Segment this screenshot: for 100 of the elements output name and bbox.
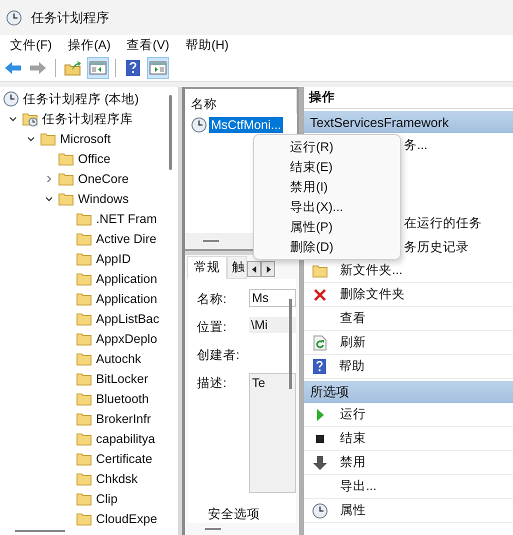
section-header[interactable]: 所选项 <box>304 381 513 403</box>
tree-item[interactable]: AppID <box>92 252 131 266</box>
folder-icon <box>76 311 92 327</box>
clock-icon <box>3 91 19 107</box>
scroll-left-button[interactable] <box>247 261 261 277</box>
chevron-down-icon[interactable] <box>26 134 36 144</box>
folder-icon <box>76 491 92 507</box>
tab[interactable]: 常规 <box>187 256 227 279</box>
clock-icon <box>312 502 328 518</box>
tree-item[interactable]: CloudExpe <box>92 512 158 526</box>
folder-icon <box>76 231 92 247</box>
scroll-right-button[interactable] <box>261 261 275 277</box>
left-arrow-icon <box>252 266 256 272</box>
chevron-right-icon[interactable] <box>44 174 54 184</box>
scroll-thumb[interactable] <box>203 240 219 242</box>
folder-icon <box>312 262 328 278</box>
help-icon <box>312 358 327 375</box>
action-item[interactable]: 务... <box>404 136 428 154</box>
scroll-thumb[interactable] <box>169 95 172 170</box>
folder-icon <box>76 251 92 267</box>
tree-item[interactable]: Certificate <box>92 452 152 466</box>
action-pane-toggle[interactable] <box>147 57 169 79</box>
action-item[interactable]: 属性 <box>340 502 366 519</box>
section-label: 安全选项 <box>188 504 296 523</box>
action-item[interactable]: 务历史记录 <box>404 238 469 256</box>
tree-item[interactable]: Active Dire <box>92 232 156 246</box>
folder-icon <box>76 431 92 447</box>
folder-icon <box>76 371 92 387</box>
tree-item[interactable]: Autochk <box>92 352 142 366</box>
action-item[interactable]: 导出... <box>340 478 376 495</box>
folder-icon <box>58 171 74 187</box>
menu-item[interactable]: 帮助(H) <box>177 36 237 54</box>
app-icon <box>6 10 22 26</box>
chevron-down-icon[interactable] <box>8 114 18 124</box>
context-menu-item[interactable]: 属性(P) <box>254 217 400 237</box>
folder-icon <box>76 511 92 527</box>
context-menu-item[interactable]: 删除(D) <box>254 237 400 257</box>
console-tree-toggle[interactable] <box>87 57 109 79</box>
tree-item[interactable]: AppListBac <box>92 312 160 326</box>
window-title: 任务计划程序 <box>31 8 109 26</box>
tree-item[interactable]: Bluetooth <box>92 392 149 406</box>
scroll-thumb[interactable] <box>15 530 65 532</box>
action-item[interactable]: 禁用 <box>340 454 366 471</box>
context-menu-item[interactable]: 结束(E) <box>254 157 400 177</box>
folder-icon <box>76 271 92 287</box>
tree-item[interactable]: 任务计划程序库 <box>38 110 133 128</box>
tab[interactable]: 触 <box>227 256 247 279</box>
folder-icon <box>40 131 56 147</box>
context-menu-item[interactable]: 运行(R) <box>254 137 400 157</box>
menu-item[interactable]: 操作(A) <box>60 36 119 54</box>
folder-icon <box>76 391 92 407</box>
down-arrow-icon <box>312 454 328 470</box>
pane-title: 操作 <box>304 87 513 109</box>
action-item[interactable]: 帮助 <box>339 358 365 375</box>
right-arrow-icon <box>266 266 270 272</box>
folder-icon <box>76 351 92 367</box>
tree-item[interactable]: Chkdsk <box>92 472 138 486</box>
action-item[interactable]: 新文件夹... <box>340 262 402 279</box>
action-item[interactable]: 结束 <box>340 430 366 447</box>
tree-item[interactable]: Office <box>74 152 110 166</box>
tree-item[interactable]: Application <box>92 292 158 306</box>
folder-clock-icon <box>22 111 38 127</box>
tree-item[interactable]: BitLocker <box>92 372 148 386</box>
tree-item[interactable]: BrokerInfr <box>92 412 151 426</box>
scroll-thumb[interactable] <box>205 528 221 530</box>
action-item[interactable]: 运行 <box>340 406 366 423</box>
menu-item[interactable]: 文件(F) <box>2 36 60 54</box>
context-menu-item[interactable]: 导出(X)... <box>254 197 400 217</box>
folder-icon <box>76 291 92 307</box>
folder-icon <box>76 451 92 467</box>
field-label: 位置: <box>196 319 228 336</box>
task-clock-icon <box>191 117 207 133</box>
tree-item[interactable]: .NET Fram <box>92 212 157 226</box>
menu-item[interactable]: 查看(V) <box>118 36 178 54</box>
field-value: \Mi <box>249 317 296 333</box>
refresh-icon <box>312 334 328 350</box>
tree-item[interactable]: Clip <box>92 492 118 506</box>
action-item[interactable]: 删除文件夹 <box>340 286 405 303</box>
action-item[interactable]: 刷新 <box>340 334 366 351</box>
tree-item[interactable]: capabilitya <box>92 432 156 446</box>
field-label: 名称: <box>196 291 228 308</box>
tree-item[interactable]: Microsoft <box>56 132 111 146</box>
description-field[interactable]: Te <box>249 373 296 493</box>
folder-icon <box>76 331 92 347</box>
tree-item[interactable]: 任务计划程序 (本地) <box>19 90 139 108</box>
folder-icon <box>58 151 74 167</box>
action-item[interactable]: 查看 <box>340 310 366 327</box>
action-item[interactable]: 在运行的任务 <box>404 214 482 232</box>
tree-item[interactable]: OneCore <box>74 172 129 186</box>
context-menu-item[interactable]: 禁用(I) <box>254 177 400 197</box>
scroll-thumb[interactable] <box>289 299 292 389</box>
tree-item[interactable]: AppxDeplo <box>92 332 158 346</box>
task-row[interactable]: MsCtfMoni... <box>209 117 284 133</box>
chevron-down-icon[interactable] <box>44 194 54 204</box>
name-field[interactable]: Ms <box>249 289 296 307</box>
tree-item[interactable]: Windows <box>74 192 129 206</box>
tree-item[interactable]: Application <box>92 272 158 286</box>
section-header[interactable]: TextServicesFramework <box>304 111 513 133</box>
column-header[interactable]: 名称 <box>185 89 297 113</box>
folder-icon <box>76 471 92 487</box>
